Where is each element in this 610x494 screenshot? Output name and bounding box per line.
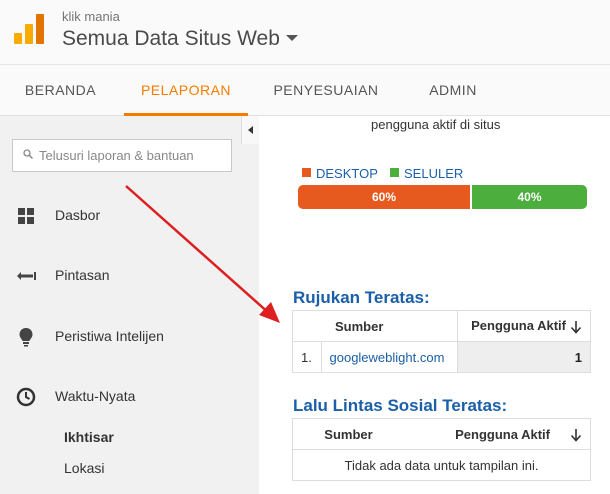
- table-row: Tidak ada data untuk tampilan ini.: [292, 449, 591, 481]
- main-nav: BERANDA PELAPORAN PENYESUAIAN ADMIN: [0, 64, 610, 116]
- index-header: [292, 310, 321, 342]
- table-header-row: Sumber Pengguna Aktif: [292, 418, 591, 450]
- lightbulb-icon: [19, 328, 33, 347]
- tab-penyesuaian[interactable]: PENYESUAIAN: [262, 65, 390, 116]
- sort-down-icon: [570, 320, 582, 334]
- tab-admin[interactable]: ADMIN: [412, 65, 494, 116]
- tab-beranda[interactable]: BERANDA: [12, 65, 109, 116]
- mobile-swatch: [390, 168, 399, 177]
- top-social-table: Sumber Pengguna Aktif Tidak ada data unt…: [292, 418, 591, 481]
- analytics-logo-icon[interactable]: [14, 14, 44, 44]
- mobile-segment: 40%: [472, 185, 587, 209]
- active-users-caption: pengguna aktif di situs: [371, 117, 501, 132]
- grid-icon: [18, 208, 34, 224]
- caret-down-icon: [285, 34, 298, 41]
- legend-mobile: SELULER: [390, 166, 463, 181]
- top-referrals-title: Rujukan Teratas:: [293, 288, 430, 307]
- search-icon: [23, 149, 33, 159]
- search-input[interactable]: [39, 144, 224, 167]
- desktop-swatch: [302, 168, 311, 177]
- users-header[interactable]: Pengguna Aktif: [457, 310, 591, 342]
- property-selector[interactable]: Semua Data Situs Web: [62, 27, 298, 51]
- referral-source-link[interactable]: googleweblight.com: [320, 341, 459, 373]
- collapse-sidebar-button[interactable]: [241, 116, 259, 144]
- search-box[interactable]: [12, 139, 232, 172]
- users-header-label: Pengguna Aktif: [471, 318, 566, 334]
- source-header[interactable]: Sumber: [292, 418, 404, 450]
- legend-mobile-label: SELULER: [404, 166, 464, 181]
- top-referrals-table: Sumber Pengguna Aktif 1. googleweblight.…: [292, 310, 591, 373]
- sort-down-icon: [570, 428, 582, 442]
- device-split-bar: 60% 40%: [298, 185, 587, 209]
- property-name: Semua Data Situs Web: [62, 27, 280, 50]
- desktop-segment: 60%: [298, 185, 470, 209]
- sidebar-subitem-lokasi[interactable]: Lokasi: [64, 460, 104, 476]
- users-header[interactable]: Pengguna Aktif: [404, 418, 558, 450]
- annotation-arrow-icon: [125, 185, 280, 323]
- sidebar-item-waktu-nyata[interactable]: Waktu-Nyata: [0, 379, 241, 413]
- tab-pelaporan[interactable]: PELAPORAN: [124, 65, 248, 116]
- clock-icon: [16, 387, 36, 407]
- top-bar: klik mania Semua Data Situs Web: [0, 0, 610, 64]
- legend-desktop: DESKTOP: [302, 166, 378, 181]
- sidebar-item-label: Waktu-Nyata: [55, 388, 136, 404]
- top-social-title: Lalu Lintas Sosial Teratas:: [293, 396, 508, 415]
- source-header[interactable]: Sumber: [321, 310, 459, 342]
- empty-message: Tidak ada data untuk tampilan ini.: [292, 449, 591, 481]
- row-index: 1.: [292, 341, 322, 373]
- table-row: 1. googleweblight.com 1: [292, 341, 591, 373]
- legend-desktop-label: DESKTOP: [316, 166, 378, 181]
- active-users-value: 1: [457, 341, 591, 373]
- sidebar-item-label: Dasbor: [55, 207, 101, 223]
- shortcut-arrow-icon: [17, 272, 36, 280]
- sidebar-item-label: Pintasan: [55, 267, 110, 283]
- sidebar-subitem-ikhtisar[interactable]: Ikhtisar: [64, 429, 114, 445]
- account-name: klik mania: [62, 9, 120, 24]
- sort-header[interactable]: [558, 418, 591, 450]
- table-header-row: Sumber Pengguna Aktif: [292, 310, 591, 342]
- sidebar-item-label: Peristiwa Intelijen: [55, 328, 164, 344]
